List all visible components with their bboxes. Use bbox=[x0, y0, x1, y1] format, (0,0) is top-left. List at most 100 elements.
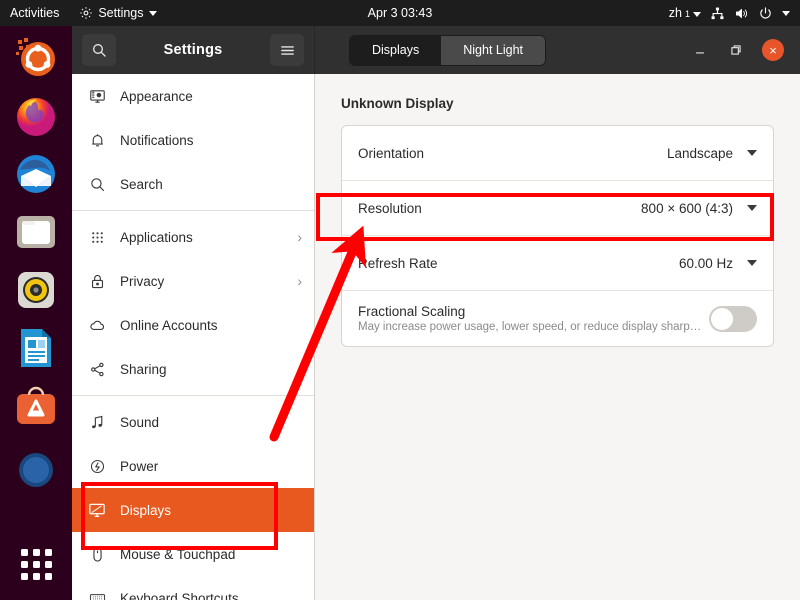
grid-dot bbox=[44, 548, 52, 556]
sidebar-item-label: Keyboard Shortcuts bbox=[120, 590, 239, 600]
minimize-button[interactable] bbox=[690, 40, 710, 60]
row-title: Resolution bbox=[358, 200, 422, 216]
fractional-scaling-toggle[interactable] bbox=[709, 305, 757, 332]
sidebar-item-mouse-touchpad[interactable]: Mouse & Touchpad bbox=[72, 532, 314, 576]
power-circle-icon bbox=[88, 457, 106, 475]
sidebar-item-search[interactable]: Search bbox=[72, 162, 314, 206]
thunderbird-icon bbox=[17, 155, 55, 193]
window-body: Appearance Notifications Search Applicat… bbox=[72, 74, 800, 600]
sidebar-separator bbox=[72, 395, 314, 396]
maximize-button[interactable] bbox=[726, 40, 746, 60]
chevron-down-icon bbox=[747, 205, 757, 211]
grid-dot bbox=[32, 548, 40, 556]
sidebar-item-label: Power bbox=[120, 458, 159, 474]
refresh-rate-value: 60.00 Hz bbox=[678, 255, 733, 271]
grid-dot bbox=[44, 572, 52, 580]
settings-gear-icon bbox=[79, 6, 93, 20]
sidebar-item-displays[interactable]: Displays bbox=[72, 488, 314, 532]
dock-item-help[interactable] bbox=[12, 440, 60, 488]
ubuntu-software-icon bbox=[17, 386, 55, 424]
fractional-scaling-control bbox=[709, 305, 757, 332]
resolution-dropdown[interactable]: 800 × 600 (4:3) bbox=[641, 201, 757, 216]
sidebar-item-keyboard-shortcuts[interactable]: Keyboard Shortcuts bbox=[72, 576, 314, 600]
sidebar-item-appearance[interactable]: Appearance bbox=[72, 74, 314, 118]
close-button[interactable]: × bbox=[762, 39, 784, 61]
screen: Activities Settings Apr 3 03:43 zh 1 Set… bbox=[0, 0, 800, 600]
settings-window: Settings Displays Night Light × Appearan… bbox=[72, 26, 800, 600]
dock-item-thunderbird[interactable] bbox=[12, 150, 60, 198]
sidebar-item-applications[interactable]: Applications › bbox=[72, 215, 314, 259]
displays-panel: Unknown Display Orientation Landscape Re… bbox=[315, 74, 800, 600]
resolution-value: 800 × 600 (4:3) bbox=[641, 200, 733, 216]
sidebar-item-sound[interactable]: Sound bbox=[72, 400, 314, 444]
sidebar-item-online-accounts[interactable]: Online Accounts bbox=[72, 303, 314, 347]
grid-dot bbox=[32, 560, 40, 568]
row-orientation[interactable]: Orientation Landscape bbox=[342, 126, 773, 181]
sidebar-item-label: Privacy bbox=[120, 273, 165, 289]
header-left-section: Settings bbox=[72, 26, 315, 74]
help-icon bbox=[19, 453, 53, 487]
menu-button[interactable] bbox=[270, 34, 304, 66]
orientation-value: Landscape bbox=[666, 145, 733, 161]
firefox-icon bbox=[17, 98, 55, 136]
sidebar-item-privacy[interactable]: Privacy › bbox=[72, 259, 314, 303]
sidebar-item-sharing[interactable]: Sharing bbox=[72, 347, 314, 391]
row-refresh-rate[interactable]: Refresh Rate 60.00 Hz bbox=[342, 236, 773, 291]
apps-grid-icon bbox=[88, 228, 106, 246]
sidebar-item-label: Appearance bbox=[120, 88, 193, 104]
orientation-dropdown[interactable]: Landscape bbox=[667, 146, 757, 161]
volume-icon[interactable] bbox=[734, 6, 749, 21]
refresh-rate-dropdown[interactable]: 60.00 Hz bbox=[679, 256, 757, 271]
input-source-indicator[interactable]: zh 1 bbox=[669, 6, 701, 20]
maximize-icon bbox=[731, 45, 741, 55]
row-label: Refresh Rate bbox=[358, 256, 438, 271]
view-switcher[interactable]: Displays Night Light bbox=[349, 34, 547, 66]
sidebar-item-label: Sharing bbox=[120, 361, 167, 377]
dock-item-rhythmbox[interactable] bbox=[12, 266, 60, 314]
sidebar-item-label: Mouse & Touchpad bbox=[120, 546, 236, 562]
row-title: Fractional Scaling bbox=[358, 304, 466, 319]
search-icon bbox=[93, 44, 106, 57]
ubuntu-logo-icon bbox=[16, 38, 55, 76]
window-controls: × bbox=[690, 39, 792, 61]
sidebar-separator bbox=[72, 210, 314, 211]
input-source-sub: 1 bbox=[684, 9, 690, 19]
power-icon[interactable] bbox=[758, 6, 773, 21]
sidebar-item-power[interactable]: Power bbox=[72, 444, 314, 488]
dock-item-libreoffice-writer[interactable] bbox=[12, 324, 60, 372]
sidebar-item-notifications[interactable]: Notifications bbox=[72, 118, 314, 162]
chevron-down-icon[interactable] bbox=[782, 10, 790, 16]
settings-sidebar[interactable]: Appearance Notifications Search Applicat… bbox=[72, 74, 315, 600]
cloud-icon bbox=[88, 316, 106, 334]
search-button[interactable] bbox=[82, 34, 116, 66]
page-title: Unknown Display bbox=[341, 96, 454, 111]
chevron-down-icon bbox=[747, 260, 757, 266]
bell-icon bbox=[88, 131, 106, 149]
dock-item-ubuntu[interactable] bbox=[12, 34, 60, 82]
row-title: Orientation bbox=[358, 145, 425, 161]
dock-item-ubuntu-software[interactable] bbox=[12, 382, 60, 430]
grid-dot bbox=[20, 548, 28, 556]
tab-night-light[interactable]: Night Light bbox=[441, 35, 546, 65]
lock-icon bbox=[88, 272, 106, 290]
mouse-icon bbox=[88, 545, 106, 563]
system-status-area[interactable]: zh 1 bbox=[669, 6, 800, 21]
sidebar-item-label: Applications bbox=[120, 229, 193, 245]
minimize-icon bbox=[695, 52, 705, 54]
show-applications-button[interactable] bbox=[12, 540, 60, 588]
grid-dot bbox=[20, 560, 28, 568]
row-resolution[interactable]: Resolution 800 × 600 (4:3) bbox=[342, 181, 773, 236]
tab-displays[interactable]: Displays bbox=[350, 35, 442, 65]
sidebar-item-label: Search bbox=[120, 176, 163, 192]
dock-item-files[interactable] bbox=[12, 208, 60, 256]
row-label: Resolution bbox=[358, 201, 422, 216]
activities-button[interactable]: Activities bbox=[0, 6, 71, 20]
appearance-icon bbox=[88, 87, 106, 105]
app-menu-button[interactable]: Settings bbox=[71, 6, 164, 20]
dock-item-firefox[interactable] bbox=[12, 92, 60, 140]
gnome-top-bar: Activities Settings Apr 3 03:43 zh 1 bbox=[0, 0, 800, 26]
hamburger-menu-icon bbox=[280, 45, 294, 55]
network-icon[interactable] bbox=[710, 6, 725, 21]
row-fractional-scaling[interactable]: Fractional Scaling May increase power us… bbox=[342, 291, 773, 346]
sidebar-item-label: Sound bbox=[120, 414, 160, 430]
